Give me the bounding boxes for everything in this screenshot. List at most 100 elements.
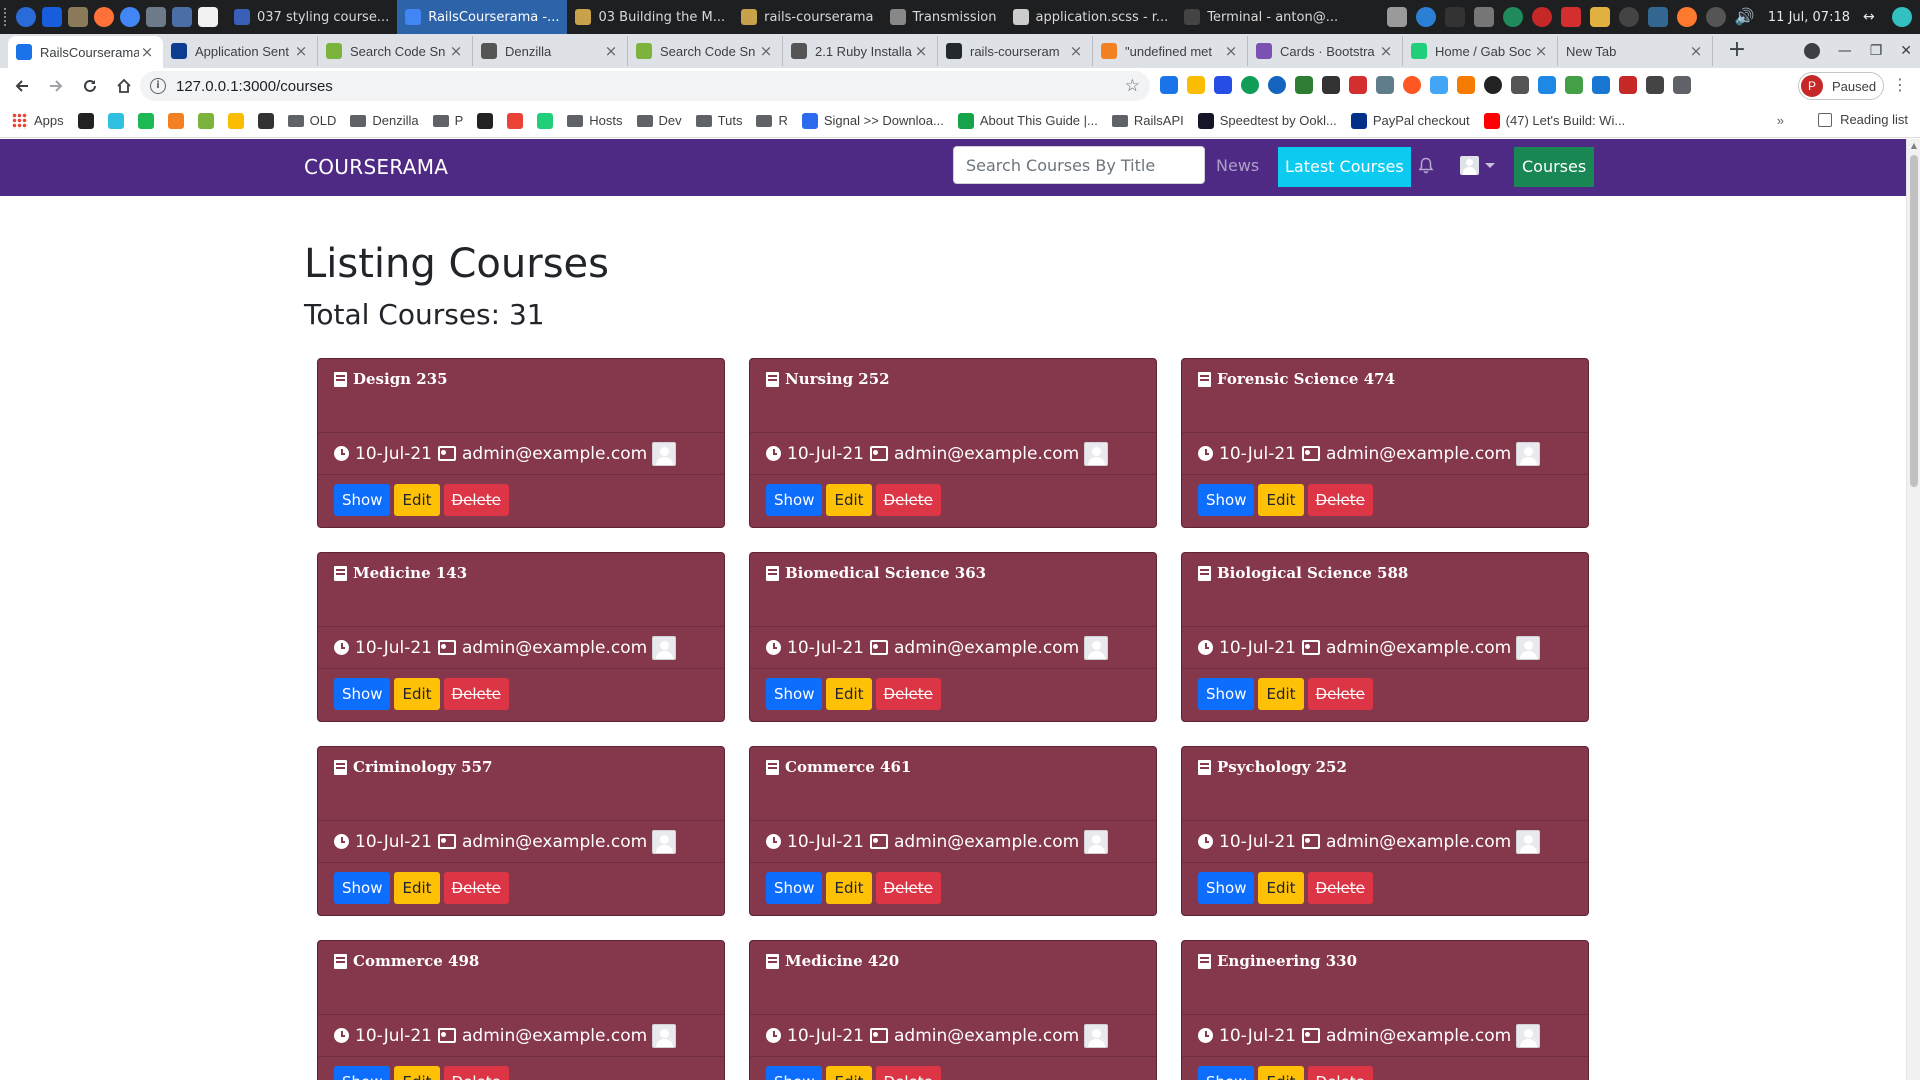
page-scrollbar[interactable]: ▲ [1906,139,1920,1080]
extension-9-icon[interactable] [1376,76,1394,94]
forward-button[interactable] [44,74,68,98]
tray-compass-icon[interactable] [1676,7,1697,27]
course-title[interactable]: Medicine 143 [334,564,467,582]
extension-5-icon[interactable] [1268,76,1286,94]
edit-course-button[interactable]: Edit [826,1066,872,1080]
course-title[interactable]: Nursing 252 [766,370,890,388]
taskbar-item[interactable]: RailsCourserama -... [397,0,568,34]
edit-course-button[interactable]: Edit [1258,678,1304,710]
tab-close-icon[interactable]: × [758,43,774,59]
tab-close-icon[interactable]: × [1533,43,1549,59]
tab-close-icon[interactable]: × [1068,43,1084,59]
edit-course-button[interactable]: Edit [1258,1066,1304,1080]
extension-2-icon[interactable] [1187,76,1205,94]
delete-course-button[interactable]: Delete [443,1066,509,1080]
course-title[interactable]: Commerce 461 [766,758,911,776]
tab-close-icon[interactable]: × [1378,43,1394,59]
bookmark-item[interactable]: R [756,113,788,128]
scroll-up-arrow-icon[interactable]: ▲ [1907,139,1920,153]
brand-link[interactable]: COURSERAMA [304,155,448,179]
firefox-icon[interactable] [94,7,114,27]
course-title[interactable]: Forensic Science 474 [1198,370,1395,388]
taskbar-item[interactable]: 037 styling course... [226,0,397,34]
course-title[interactable]: Engineering 330 [1198,952,1357,970]
close-window-button[interactable]: ✕ [1900,43,1912,59]
nav-latest-courses-link[interactable]: Latest Courses [1278,147,1411,187]
tray-vpn-icon[interactable] [1415,7,1436,27]
volume-icon[interactable]: 🔊 [1735,7,1755,27]
extension-12-icon[interactable] [1457,76,1475,94]
chrome-icon[interactable] [120,7,140,27]
tray-shield-icon[interactable] [1502,7,1523,27]
edit-course-button[interactable]: Edit [394,678,440,710]
minimize-button[interactable]: — [1838,43,1852,59]
browser-tab[interactable]: New Tab × [1558,36,1713,66]
tab-close-icon[interactable]: × [293,43,309,59]
system-clock[interactable]: 11 Jul, 07:18 [1768,10,1850,25]
extension-14-icon[interactable] [1511,76,1529,94]
maximize-button[interactable]: ❐ [1870,43,1883,59]
taskbar-item[interactable]: Transmission [882,0,1005,34]
extension-6-icon[interactable] [1295,76,1313,94]
extension-17-icon[interactable] [1592,76,1610,94]
home-button[interactable] [112,74,136,98]
bookmark-item[interactable] [537,112,554,129]
extension-3-icon[interactable] [1214,76,1232,94]
delete-course-button[interactable]: Delete [443,484,509,516]
tab-close-icon[interactable]: × [448,43,464,59]
bookmark-item[interactable] [107,112,124,129]
bookmark-item[interactable]: Dev [636,113,682,128]
tab-close-icon[interactable]: × [1223,43,1239,59]
show-course-button[interactable]: Show [766,872,823,904]
bookmark-item[interactable]: OLD [287,113,336,128]
bookmark-item[interactable] [197,112,214,129]
delete-course-button[interactable]: Delete [875,1066,941,1080]
user-dropdown[interactable] [1460,156,1495,175]
bookmark-item[interactable] [477,112,494,129]
bookmark-item[interactable]: RailsAPI [1111,113,1184,128]
show-course-button[interactable]: Show [766,484,823,516]
extension-4-icon[interactable] [1241,76,1259,94]
show-course-button[interactable]: Show [766,678,823,710]
browser-tab[interactable]: "undefined met × [1093,36,1248,66]
profile-button[interactable]: P Paused [1798,72,1884,100]
course-title[interactable]: Biomedical Science 363 [766,564,986,582]
address-url[interactable]: 127.0.0.1:3000/courses [176,78,333,95]
extension-18-icon[interactable] [1619,76,1637,94]
show-course-button[interactable]: Show [334,872,391,904]
show-course-button[interactable]: Show [1198,678,1255,710]
delete-course-button[interactable]: Delete [1307,872,1373,904]
show-course-button[interactable]: Show [1198,1066,1255,1080]
edit-course-button[interactable]: Edit [1258,872,1304,904]
bookmark-item[interactable] [507,112,524,129]
tray-database-icon[interactable] [1589,7,1610,27]
reading-list-button[interactable]: Reading list [1818,112,1908,127]
browser-menu-icon[interactable]: ⋮ [1892,76,1908,94]
back-button[interactable] [10,74,34,98]
edit-course-button[interactable]: Edit [826,872,872,904]
edit-course-button[interactable]: Edit [1258,484,1304,516]
tray-bird-icon[interactable] [1473,7,1494,27]
delete-course-button[interactable]: Delete [1307,1066,1373,1080]
bookmark-item[interactable]: Apps [12,112,64,129]
delete-course-button[interactable]: Delete [875,484,941,516]
bookmark-item[interactable] [227,112,244,129]
bookmark-item[interactable]: About This Guide |... [957,112,1098,129]
reload-button[interactable] [78,74,102,98]
file-manager-icon[interactable] [68,7,88,27]
bookmarks-overflow-button[interactable]: » [1777,113,1784,128]
screenshot-icon[interactable] [146,7,166,27]
bookmark-item[interactable]: Tuts [695,113,742,128]
browser-tab[interactable]: Home / Gab Soc × [1403,36,1558,66]
edit-course-button[interactable]: Edit [394,872,440,904]
bookmark-item[interactable]: Speedtest by Ookl... [1197,112,1337,129]
browser-tab[interactable]: Application Sent × [163,36,318,66]
tab-close-icon[interactable]: × [1688,43,1704,59]
edit-course-button[interactable]: Edit [394,484,440,516]
tray-github-icon[interactable] [1618,7,1639,27]
bookmark-item[interactable]: Signal >> Downloa... [801,112,944,129]
new-tab-button[interactable]: + [1723,37,1751,65]
bitwarden-icon[interactable] [42,7,62,27]
course-title[interactable]: Commerce 498 [334,952,479,970]
show-course-button[interactable]: Show [334,678,391,710]
